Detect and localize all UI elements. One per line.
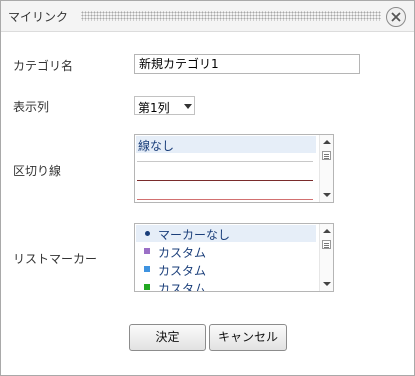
divider-option-label: 線なし bbox=[138, 139, 175, 153]
display-column-select[interactable]: 第1列 bbox=[134, 96, 195, 115]
square-marker-icon bbox=[144, 284, 150, 290]
divider-option[interactable]: 線なし bbox=[136, 136, 316, 153]
divider-listbox[interactable]: 線なし bbox=[134, 134, 334, 203]
display-column-value: 第1列 bbox=[138, 101, 170, 115]
cancel-button[interactable]: キャンセル bbox=[209, 324, 287, 351]
square-marker-icon bbox=[144, 266, 150, 272]
list-marker-option[interactable]: マーカーなし bbox=[136, 225, 316, 242]
scroll-down-icon[interactable] bbox=[323, 282, 331, 286]
category-name-label: カテゴリ名 bbox=[13, 59, 74, 73]
ok-button[interactable]: 決定 bbox=[129, 324, 206, 351]
drag-grip[interactable] bbox=[81, 11, 381, 21]
list-marker-label: リストマーカー bbox=[13, 252, 98, 266]
divider-scrollbar[interactable] bbox=[319, 135, 333, 202]
my-link-dialog: マイリンク カテゴリ名 新規カテゴリ1 表示列 第1列 区切り線 線なし リスト… bbox=[0, 0, 415, 376]
list-marker-option-label: カスタム bbox=[158, 264, 207, 278]
chevron-down-icon bbox=[184, 104, 192, 109]
scroll-down-icon[interactable] bbox=[323, 193, 331, 197]
display-column-label: 表示列 bbox=[13, 100, 50, 114]
divider-option-line[interactable] bbox=[137, 199, 313, 200]
list-marker-option-label: カスタム bbox=[158, 246, 207, 260]
square-marker-icon bbox=[144, 248, 150, 254]
list-marker-listbox[interactable]: マーカーなし カスタム カスタム カスタム bbox=[134, 223, 334, 292]
dialog-title: マイリンク bbox=[8, 10, 69, 24]
scroll-up-icon[interactable] bbox=[323, 229, 331, 233]
list-marker-option-label: マーカーなし bbox=[158, 228, 231, 242]
list-marker-option[interactable]: カスタム bbox=[136, 261, 316, 278]
bullet-icon bbox=[145, 231, 150, 236]
dialog-titlebar[interactable]: マイリンク bbox=[1, 1, 414, 32]
divider-option-line[interactable] bbox=[137, 161, 313, 162]
scroll-thumb[interactable] bbox=[322, 151, 331, 160]
scroll-up-icon[interactable] bbox=[323, 140, 331, 144]
list-marker-option-label: カスタム bbox=[158, 282, 207, 291]
category-name-input[interactable]: 新規カテゴリ1 bbox=[134, 54, 360, 74]
divider-label: 区切り線 bbox=[13, 164, 62, 178]
list-marker-option[interactable]: カスタム bbox=[136, 279, 316, 291]
close-icon[interactable] bbox=[386, 7, 406, 27]
divider-option-line[interactable] bbox=[137, 180, 313, 181]
list-marker-option[interactable]: カスタム bbox=[136, 243, 316, 260]
scroll-thumb[interactable] bbox=[322, 240, 331, 249]
list-marker-scrollbar[interactable] bbox=[319, 224, 333, 291]
